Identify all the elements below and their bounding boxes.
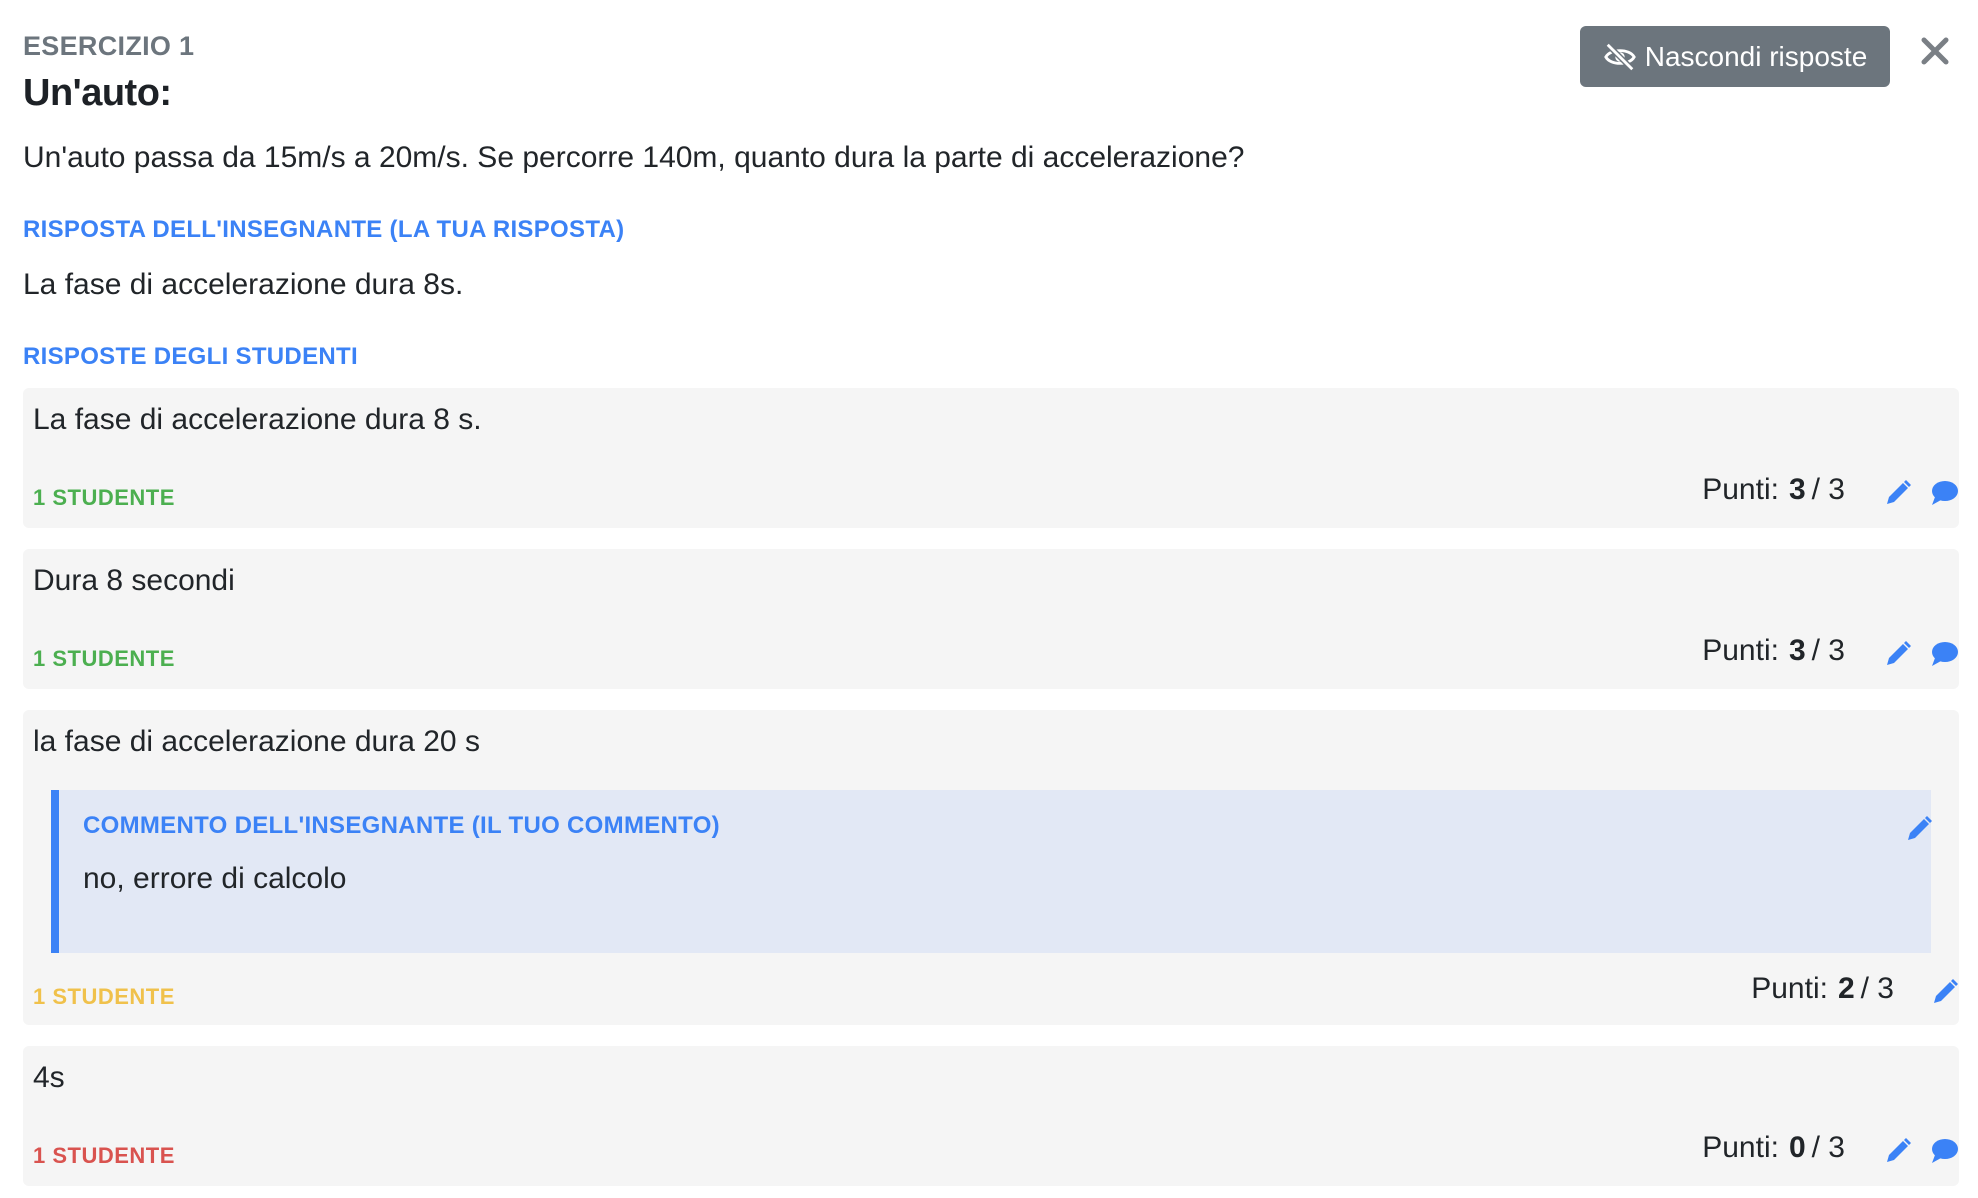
score-value: 2	[1837, 972, 1855, 1005]
points-label: Punti:	[1702, 634, 1779, 667]
comment-icon[interactable]	[1930, 478, 1960, 508]
student-answer-card: 4s 1 STUDENTE Punti: 0 / 3	[23, 1046, 1959, 1186]
teacher-comment: COMMENTO DELL'INSEGNANTE (IL TUO COMMENT…	[51, 790, 1934, 953]
teacher-comment-text: no, errore di calcolo	[83, 862, 347, 895]
points-label: Punti:	[1702, 1131, 1779, 1164]
student-answer-text: Dura 8 secondi	[33, 564, 235, 597]
exercise-title: Un'auto:	[23, 72, 172, 114]
score-max: / 3	[1811, 634, 1845, 667]
student-answer-text: la fase di accelerazione dura 20 s	[33, 725, 480, 758]
student-answer-text: La fase di accelerazione dura 8 s.	[33, 403, 482, 436]
pencil-icon[interactable]	[1883, 1136, 1913, 1166]
student-count-badge: 1 STUDENTE	[33, 485, 175, 510]
eye-slash-icon	[1603, 42, 1636, 71]
hide-answers-label: Nascondi risposte	[1644, 40, 1868, 72]
student-count-badge: 1 STUDENTE	[33, 1143, 175, 1168]
student-count-badge: 1 STUDENTE	[33, 984, 175, 1009]
student-answer-card: la fase di accelerazione dura 20 s COMME…	[23, 710, 1959, 1025]
hide-answers-button[interactable]: Nascondi risposte	[1580, 26, 1890, 87]
pencil-icon[interactable]	[1883, 478, 1913, 508]
student-answers-label: RISPOSTE DEGLI STUDENTI	[23, 343, 358, 370]
points-label: Punti:	[1751, 972, 1828, 1005]
pencil-icon[interactable]	[1930, 977, 1960, 1007]
exercise-label: ESERCIZIO 1	[23, 31, 195, 61]
score-value: 3	[1788, 634, 1806, 667]
score-max: / 3	[1811, 1131, 1845, 1164]
points-label: Punti:	[1702, 473, 1779, 506]
close-icon[interactable]	[1918, 34, 1952, 68]
teacher-answer-text: La fase di accelerazione dura 8s.	[23, 268, 464, 301]
teacher-comment-label: COMMENTO DELL'INSEGNANTE (IL TUO COMMENT…	[83, 812, 720, 839]
score-max: / 3	[1860, 972, 1894, 1005]
student-answer-card: Dura 8 secondi 1 STUDENTE Punti: 3 / 3	[23, 549, 1959, 689]
score-max: / 3	[1811, 473, 1845, 506]
student-answer-card: La fase di accelerazione dura 8 s. 1 STU…	[23, 388, 1959, 528]
score-display: Punti: 3 / 3	[1702, 634, 1845, 668]
comment-icon[interactable]	[1930, 639, 1960, 669]
score-display: Punti: 3 / 3	[1702, 473, 1845, 507]
score-value: 0	[1788, 1131, 1806, 1164]
teacher-answer-label: RISPOSTA DELL'INSEGNANTE (LA TUA RISPOST…	[23, 216, 625, 243]
pencil-icon[interactable]	[1883, 639, 1913, 669]
score-value: 3	[1788, 473, 1806, 506]
exercise-question: Un'auto passa da 15m/s a 20m/s. Se perco…	[23, 141, 1245, 174]
student-answer-text: 4s	[33, 1061, 65, 1094]
comment-icon[interactable]	[1930, 1136, 1960, 1166]
score-display: Punti: 2 / 3	[1751, 972, 1894, 1006]
pencil-icon[interactable]	[1904, 814, 1934, 844]
student-count-badge: 1 STUDENTE	[33, 646, 175, 671]
score-display: Punti: 0 / 3	[1702, 1131, 1845, 1165]
